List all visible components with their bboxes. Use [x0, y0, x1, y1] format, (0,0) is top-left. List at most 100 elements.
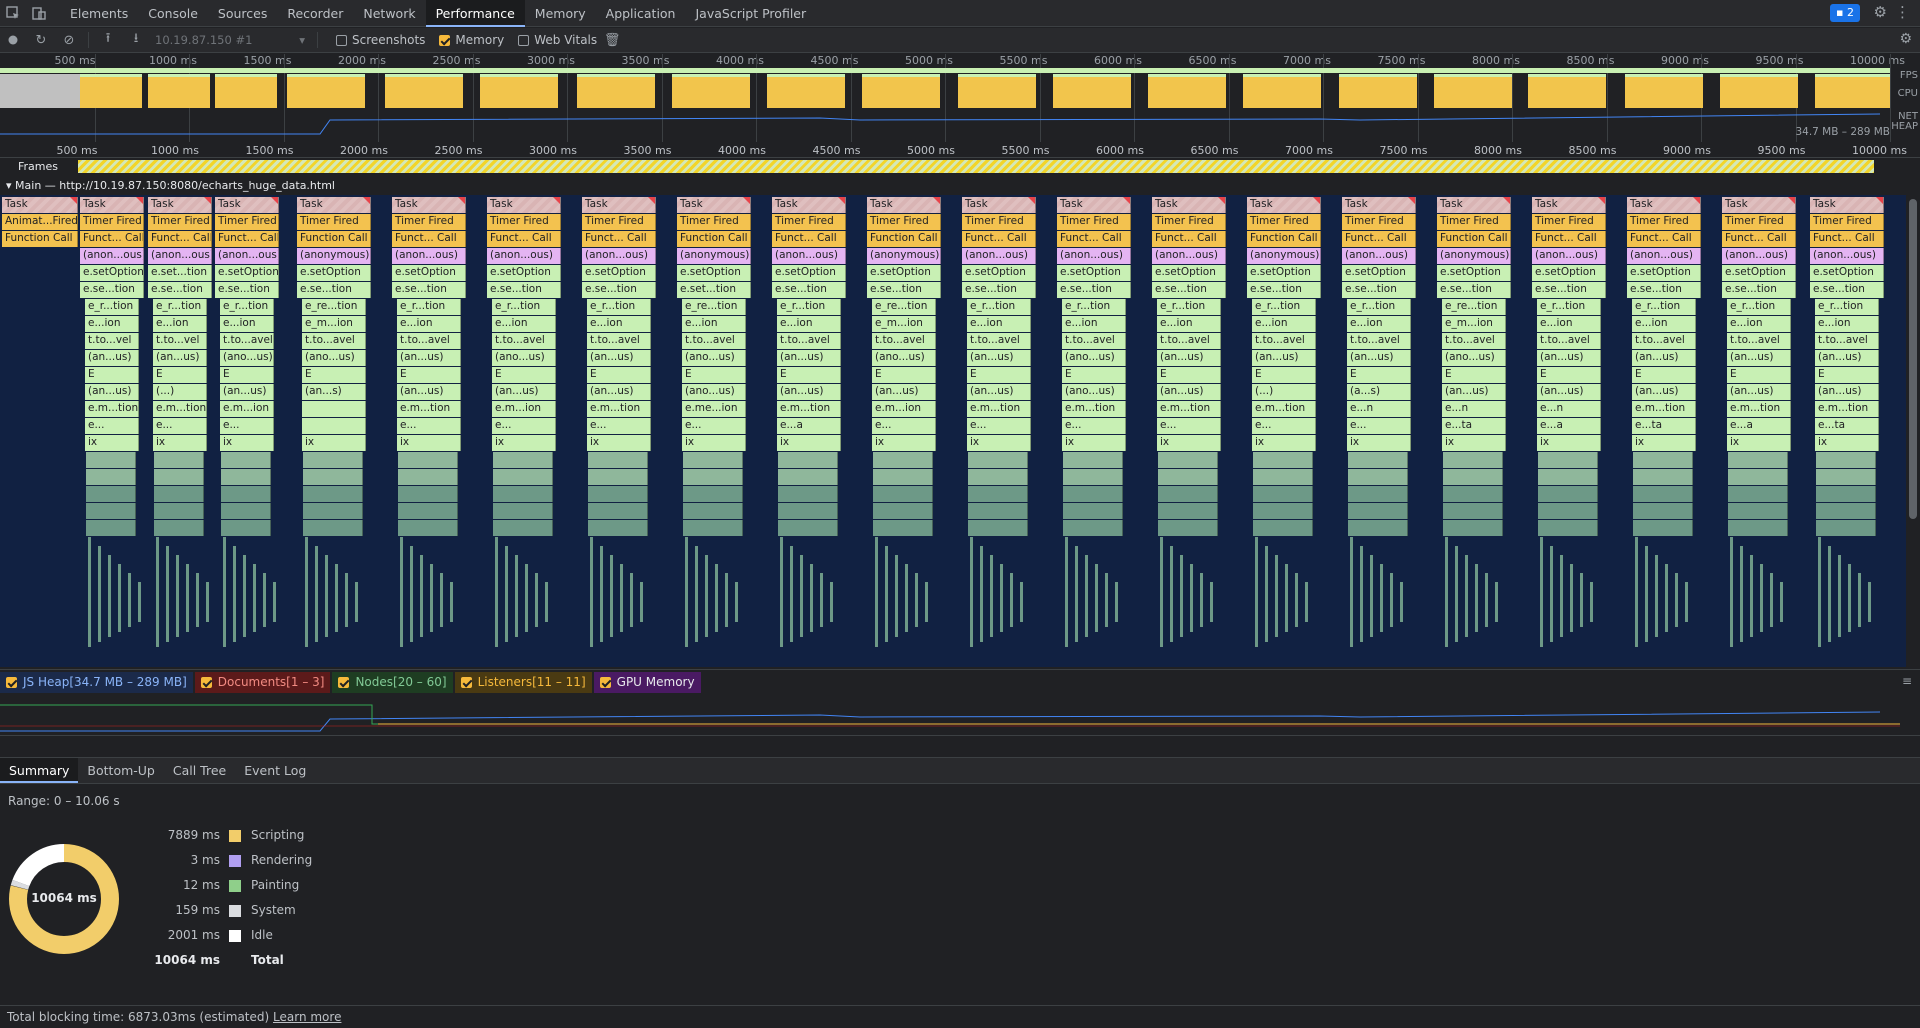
flame-block-row-7[interactable]: e...ion — [1347, 316, 1411, 332]
flame-block-row-11[interactable]: (ano...us) — [1062, 384, 1126, 400]
flame-deep-block[interactable] — [1063, 469, 1123, 485]
flame-block-row-4[interactable]: e.setOption — [215, 265, 279, 281]
flame-block-row-4[interactable]: e.setOption — [297, 265, 371, 281]
flame-block-row-8[interactable]: t.to...avel — [1157, 333, 1221, 349]
flame-block-row-5[interactable]: e.se...tion — [148, 282, 212, 298]
flame-block-row-6[interactable]: e_re...tion — [1442, 299, 1506, 315]
tab-event-log[interactable]: Event Log — [235, 758, 315, 783]
flame-deep-block[interactable] — [1538, 503, 1598, 519]
flame-block-row-3[interactable]: (anon...ous) — [1057, 248, 1131, 264]
flame-block-row-12[interactable]: e...n — [1537, 401, 1601, 417]
flame-block-row-3[interactable]: (anon...ous) — [1627, 248, 1701, 264]
flame-deep-block[interactable] — [303, 520, 363, 536]
flame-block-row-5[interactable]: e.se...tion — [1810, 282, 1884, 298]
flame-block-row-6[interactable]: e_r...tion — [492, 299, 556, 315]
flame-block-row-9[interactable]: (an...us) — [1815, 350, 1879, 366]
flame-block-row-0[interactable]: Task — [1247, 197, 1321, 213]
flame-block-row-2[interactable]: Function Call — [1247, 231, 1321, 247]
flame-block-row-9[interactable]: (an...us) — [397, 350, 461, 366]
flame-block-row-0[interactable]: Task — [1342, 197, 1416, 213]
flame-block-row-3[interactable]: (anonymous) — [867, 248, 941, 264]
flame-deep-block[interactable] — [1443, 469, 1503, 485]
flame-block-row-12[interactable] — [302, 401, 366, 417]
flame-deep-block[interactable] — [154, 520, 204, 536]
flame-block-row-0[interactable]: Task — [1152, 197, 1226, 213]
flame-block-row-1[interactable]: Timer Fired — [1437, 214, 1511, 230]
flame-block-row-1[interactable]: Timer Fired — [392, 214, 466, 230]
flame-block-row-1[interactable]: Timer Fired — [148, 214, 212, 230]
flame-block-row-8[interactable]: t.to...avel — [872, 333, 936, 349]
flame-deep-block[interactable] — [1063, 503, 1123, 519]
flame-deep-block[interactable] — [1816, 486, 1876, 502]
flame-block-row-9[interactable]: (an...us) — [587, 350, 651, 366]
flame-deep-block[interactable] — [778, 452, 838, 468]
flame-block-row-11[interactable]: (an...us) — [872, 384, 936, 400]
flame-block-row-2[interactable]: Funct... Call — [392, 231, 466, 247]
flame-block-row-12[interactable]: e.m...tion — [1062, 401, 1126, 417]
flame-deep-block[interactable] — [1348, 452, 1408, 468]
more-options-icon[interactable]: ⋮ — [1895, 3, 1910, 21]
flame-block-row-9[interactable]: (ano...us) — [1062, 350, 1126, 366]
flame-block-row-13[interactable]: e... — [1252, 418, 1316, 434]
documents-counter[interactable]: Documents[1 – 3] — [194, 671, 331, 693]
flame-deep-block[interactable] — [1816, 520, 1876, 536]
flame-block-row-10[interactable]: E — [153, 367, 207, 383]
memory-checkbox[interactable]: Memory — [439, 33, 504, 47]
flame-block-row-0[interactable]: Task — [1437, 197, 1511, 213]
flame-block-row-13[interactable]: e... — [1062, 418, 1126, 434]
screenshots-checkbox[interactable]: Screenshots — [336, 33, 425, 47]
flame-block-row-10[interactable]: E — [1157, 367, 1221, 383]
flame-block-row-6[interactable]: e_re...tion — [872, 299, 936, 315]
flame-block-row-11[interactable]: (an...us) — [220, 384, 274, 400]
flame-block-row-4[interactable]: e.setOption — [392, 265, 466, 281]
flame-block-row-4[interactable]: e.setOption — [582, 265, 656, 281]
flame-deep-block[interactable] — [683, 503, 743, 519]
flame-block-row-4[interactable]: e.setOption — [1532, 265, 1606, 281]
flame-block-row-1[interactable]: Timer Fired — [582, 214, 656, 230]
flame-deep-block[interactable] — [154, 469, 204, 485]
flame-deep-block[interactable] — [588, 520, 648, 536]
flame-block-row-10[interactable]: E — [777, 367, 841, 383]
garbage-collect-icon[interactable]: 🗑 — [599, 28, 625, 52]
flame-block-row-0[interactable]: Task — [148, 197, 212, 213]
flame-block-row-14[interactable]: ix — [492, 435, 556, 451]
flame-block-row-7[interactable]: e...ion — [587, 316, 651, 332]
flame-block-row-3[interactable]: (anon...ous) — [962, 248, 1036, 264]
flame-block-row-3[interactable]: (anon...ous) — [772, 248, 846, 264]
flame-block-row-9[interactable]: (ano...us) — [220, 350, 274, 366]
flame-block-row-10[interactable]: E — [302, 367, 366, 383]
flame-block-row-5[interactable]: e.se...tion — [1247, 282, 1321, 298]
flame-block-row-14[interactable]: ix — [1062, 435, 1126, 451]
flame-deep-block[interactable] — [778, 520, 838, 536]
flame-block-row-7[interactable]: e...ion — [397, 316, 461, 332]
flame-deep-block[interactable] — [493, 452, 553, 468]
flame-deep-block[interactable] — [778, 469, 838, 485]
flame-block-row-5[interactable]: e.se...tion — [962, 282, 1036, 298]
flame-deep-block[interactable] — [1633, 469, 1693, 485]
flame-block-row-7[interactable]: e...ion — [1815, 316, 1879, 332]
flame-block-row-4[interactable]: e.setOption — [677, 265, 751, 281]
flame-block-row-12[interactable]: e.m...tion — [1815, 401, 1879, 417]
flame-deep-block[interactable] — [1253, 469, 1313, 485]
download-profile-icon[interactable]: ⭳ — [123, 28, 149, 52]
flame-block-row-7[interactable]: e...ion — [1727, 316, 1791, 332]
flame-block-row-13[interactable]: e... — [872, 418, 936, 434]
flame-deep-block[interactable] — [154, 452, 204, 468]
flame-block-row-4[interactable]: e.setOption — [1722, 265, 1796, 281]
flame-block-row-6[interactable]: e_r...tion — [220, 299, 274, 315]
flame-block-row-1[interactable]: Timer Fired — [1722, 214, 1796, 230]
flame-deep-block[interactable] — [1443, 520, 1503, 536]
flame-block-row-0[interactable]: Task — [772, 197, 846, 213]
flame-block-row-1[interactable]: Timer Fired — [962, 214, 1036, 230]
flame-block-row-12[interactable]: e...n — [1347, 401, 1411, 417]
flame-block-row-6[interactable]: e_r...tion — [967, 299, 1031, 315]
flame-deep-block[interactable] — [1063, 486, 1123, 502]
upload-profile-icon[interactable]: ⭱ — [95, 28, 121, 52]
flame-block-row-6[interactable]: e_r...tion — [1815, 299, 1879, 315]
tab-bottom-up[interactable]: Bottom-Up — [78, 758, 163, 783]
flame-block-row-4[interactable]: e.setOption — [867, 265, 941, 281]
flame-block-row-12[interactable]: e.m...tion — [1727, 401, 1791, 417]
flame-block-row-9[interactable]: (ano...us) — [872, 350, 936, 366]
flame-block-row-14[interactable]: ix — [85, 435, 139, 451]
flame-block-row-9[interactable]: (an...us) — [1347, 350, 1411, 366]
